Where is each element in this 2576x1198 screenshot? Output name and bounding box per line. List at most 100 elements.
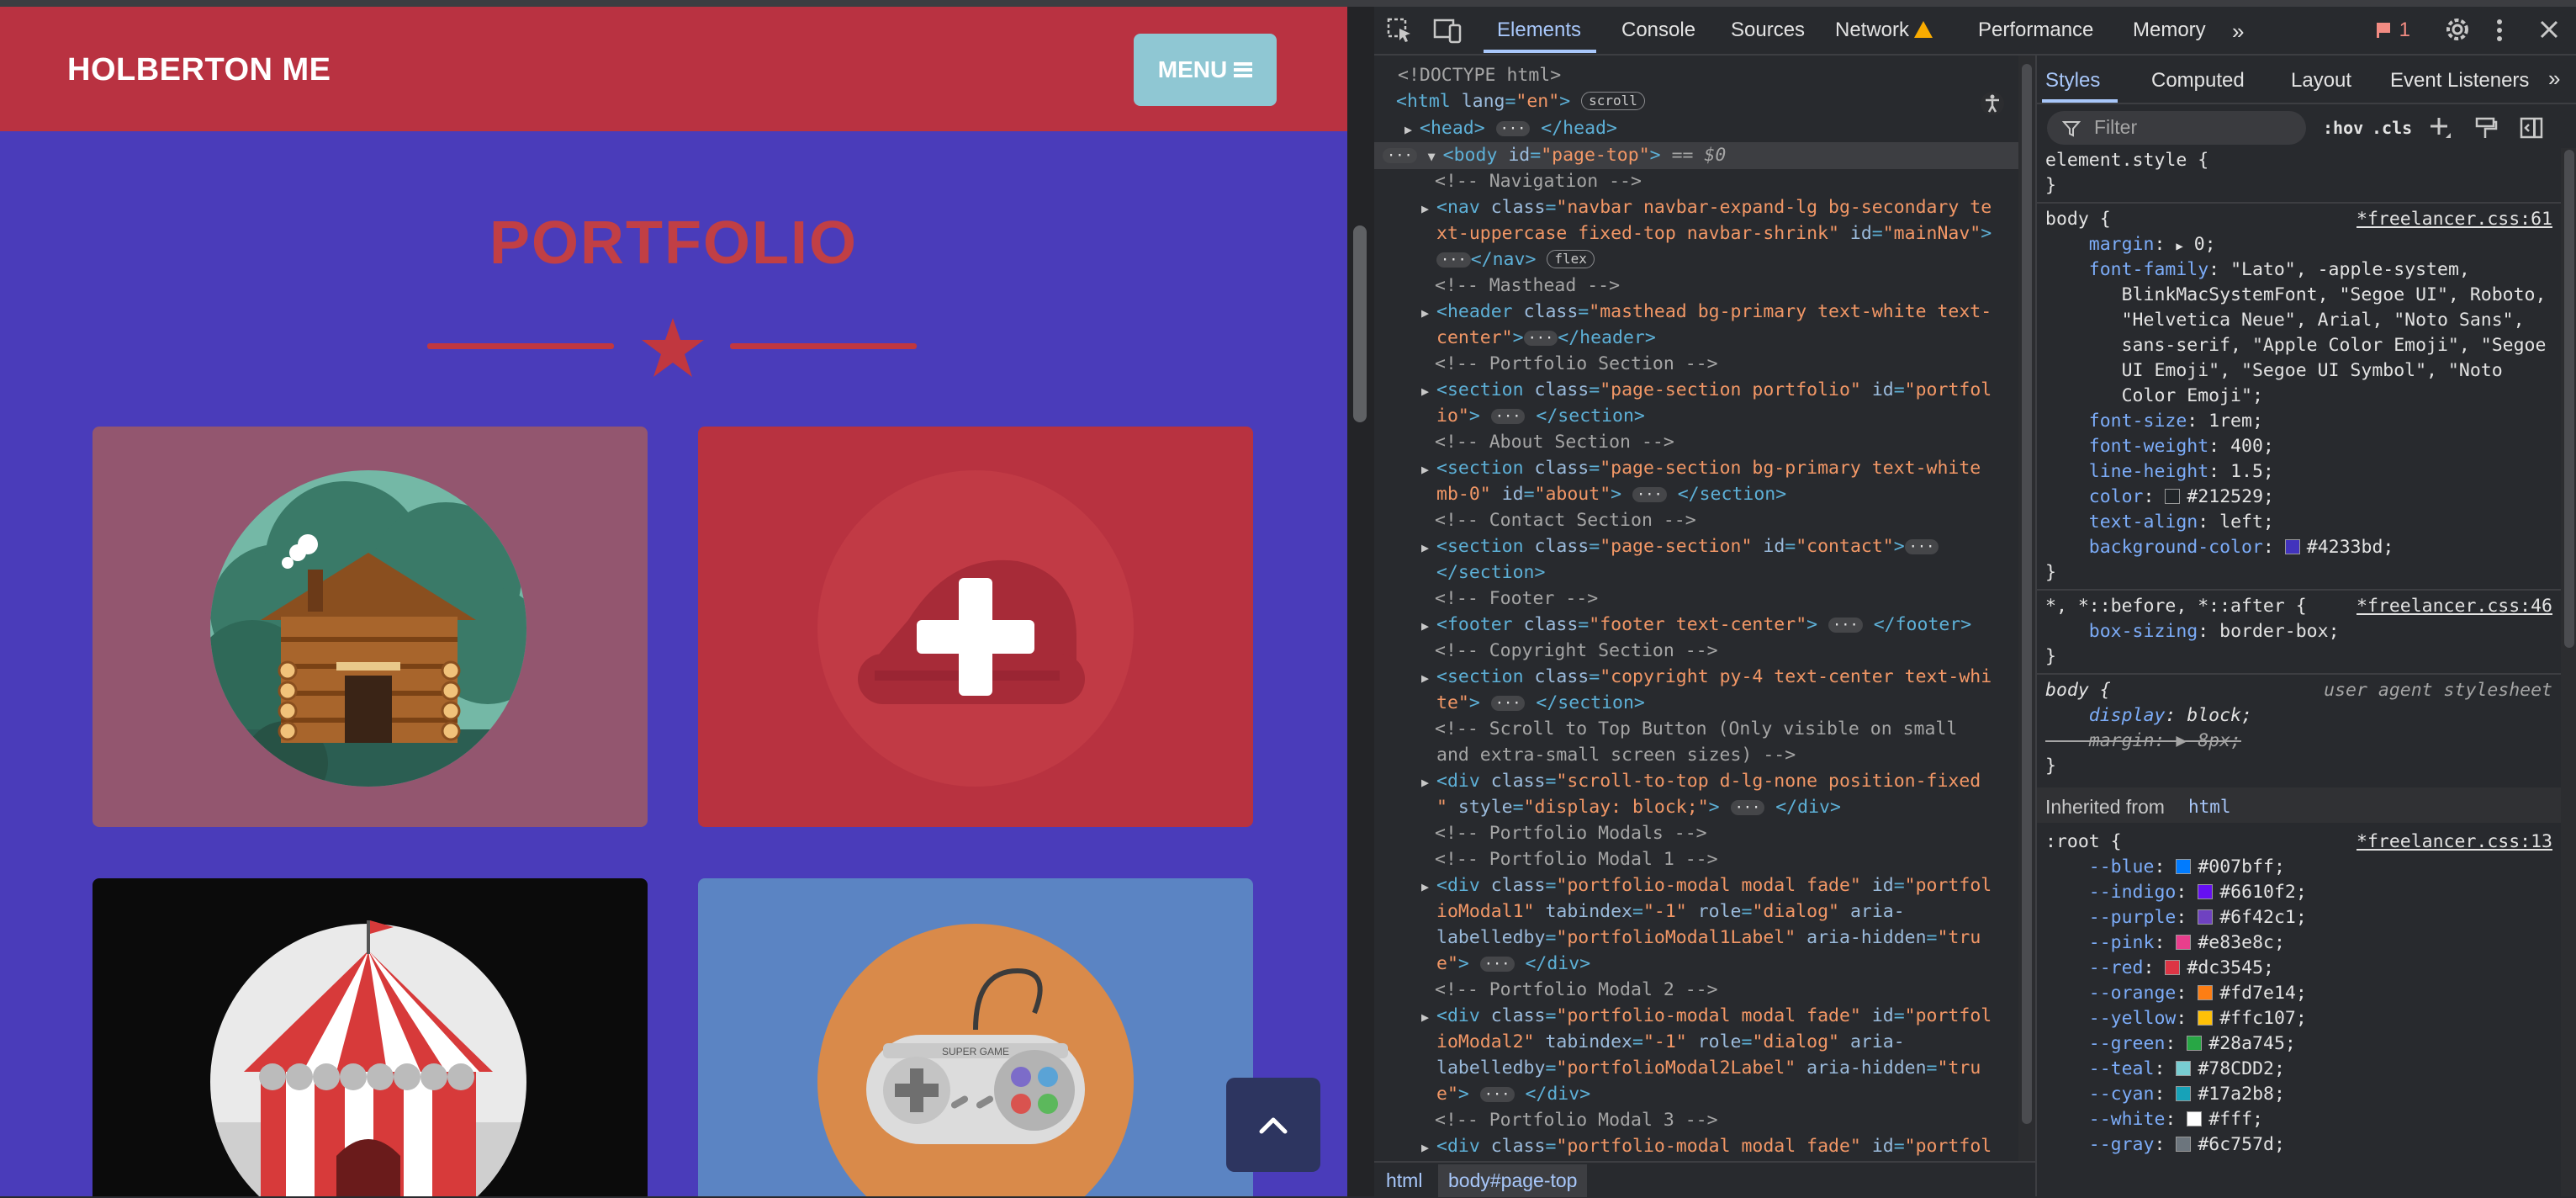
portfolio-item-cabin[interactable]	[93, 427, 648, 827]
scroll-to-top-button[interactable]	[1226, 1078, 1320, 1172]
comment-node[interactable]: <!-- Portfolio Section -->	[1435, 351, 1718, 377]
toggle-sidebar-icon[interactable]	[2520, 116, 2543, 140]
prop-text-align[interactable]: text-align: left;	[2045, 510, 2274, 535]
more-subtabs-chevron-icon[interactable]: »	[2548, 66, 2560, 92]
root-var-gray[interactable]: --gray: #6c757d;	[2045, 1132, 2285, 1158]
comment-node[interactable]: <!-- Copyright Section -->	[1435, 638, 1718, 664]
comment-node[interactable]: <!-- Portfolio Modals -->	[1435, 820, 1707, 846]
color-swatch[interactable]	[2176, 935, 2192, 950]
div-modal1-node[interactable]: ▶ <div class="portfolio-modal modal fade"…	[1421, 872, 1992, 900]
add-rule-icon[interactable]	[2429, 116, 2452, 140]
div-modal3-node[interactable]: ▶ <div class="portfolio-modal modal fade"…	[1421, 1133, 1992, 1161]
root-var-teal[interactable]: --teal: #78CDD2;	[2045, 1057, 2285, 1082]
body-node[interactable]: ··· ▼ <body id="page-top"> == $0	[1383, 142, 1726, 170]
tab-performance[interactable]: Performance	[1978, 19, 2093, 42]
section-copyright-node[interactable]: ▶ <section class="copyright py-4 text-cen…	[1421, 664, 1992, 692]
prop-box-sizing[interactable]: box-sizing: border-box;	[2045, 619, 2340, 644]
comment-node[interactable]: <!-- Portfolio Modal 2 -->	[1435, 977, 1718, 1003]
inspect-element-icon[interactable]	[1386, 17, 1413, 44]
div-scroll-top-node[interactable]: ▶ <div class="scroll-to-top d-lg-none pos…	[1421, 768, 1981, 796]
prop-margin-overridden[interactable]: margin: ▶ 8px;	[2045, 729, 2241, 754]
subtab-styles[interactable]: Styles	[2045, 69, 2100, 93]
device-toolbar-icon[interactable]	[1433, 17, 1462, 44]
section-contact-node[interactable]: ▶ <section class="page-section" id="conta…	[1421, 533, 1939, 561]
elements-scrollbar-thumb[interactable]	[2022, 64, 2032, 1124]
more-tabs-chevron-icon[interactable]: »	[2232, 19, 2244, 45]
subtab-computed[interactable]: Computed	[2151, 69, 2245, 93]
root-var-cyan[interactable]: --cyan: #17a2b8;	[2045, 1082, 2285, 1107]
section-about-node[interactable]: ▶ <section class="page-section bg-primary…	[1421, 455, 1981, 483]
rule-source-link[interactable]: *freelancer.css:46	[2356, 594, 2552, 619]
color-swatch[interactable]	[2198, 884, 2214, 899]
root-var-green[interactable]: --green: #28a745;	[2045, 1031, 2296, 1057]
subtab-layout[interactable]: Layout	[2291, 69, 2351, 93]
prop-display[interactable]: display: block;	[2045, 703, 2252, 729]
prop-margin[interactable]: margin: ▶ 0;	[2045, 232, 2216, 259]
comment-node[interactable]: <!-- About Section -->	[1435, 429, 1674, 455]
breadcrumb-body[interactable]: body#page-top	[1438, 1164, 1588, 1197]
rule-universal-selector[interactable]: *, *::before, *::after {	[2045, 594, 2307, 619]
styles-scrollbar-thumb[interactable]	[2564, 150, 2574, 648]
root-var-blue[interactable]: --blue: #007bff;	[2045, 855, 2285, 880]
footer-node[interactable]: ▶ <footer class="footer text-center"> ···…	[1421, 612, 1971, 639]
portfolio-item-circus[interactable]	[93, 878, 648, 1196]
tab-sources[interactable]: Sources	[1731, 19, 1805, 42]
color-swatch[interactable]	[2165, 960, 2181, 975]
inherited-from-html-link[interactable]: html	[2188, 794, 2231, 819]
doctype-node[interactable]: <!DOCTYPE html>	[1398, 62, 1561, 88]
root-var-pink[interactable]: --pink: #e83e8c;	[2045, 930, 2285, 956]
color-swatch[interactable]	[2176, 1061, 2192, 1076]
color-swatch[interactable]	[2187, 1036, 2203, 1051]
root-var-orange[interactable]: --orange: #fd7e14;	[2045, 981, 2307, 1006]
color-swatch[interactable]	[2176, 859, 2192, 874]
paint-roller-icon[interactable]	[2474, 116, 2498, 140]
accessibility-icon[interactable]	[1980, 91, 2005, 116]
comment-node[interactable]: <!-- Footer -->	[1435, 586, 1598, 612]
gear-icon[interactable]	[2444, 16, 2471, 43]
breadcrumb-html[interactable]: html	[1386, 1169, 1422, 1192]
rule-body-ua-selector[interactable]: body {	[2045, 678, 2111, 703]
head-node[interactable]: ▶ <head> ··· </head>	[1404, 115, 1617, 143]
prop-background-color[interactable]: background-color: #4233bd;	[2045, 535, 2394, 560]
root-var-white[interactable]: --white: #fff;	[2045, 1107, 2263, 1132]
cls-toggle[interactable]: .cls	[2372, 118, 2412, 138]
rule-root-selector[interactable]: :root {	[2045, 830, 2122, 855]
portfolio-item-game-controller[interactable]: SUPER GAME	[698, 878, 1253, 1196]
page-scrollbar-thumb[interactable]	[1353, 225, 1367, 422]
root-var-purple[interactable]: --purple: #6f42c1;	[2045, 905, 2307, 930]
comment-node[interactable]: <!-- Portfolio Modal 3 -->	[1435, 1107, 1718, 1133]
prop-font-size[interactable]: font-size: 1rem;	[2045, 409, 2263, 434]
color-swatch[interactable]	[2187, 1111, 2203, 1126]
tab-network[interactable]: Network	[1835, 19, 1933, 42]
rule-source-link[interactable]: *freelancer.css:61	[2356, 207, 2552, 232]
root-var-yellow[interactable]: --yellow: #ffc107;	[2045, 1006, 2307, 1031]
menu-button[interactable]: MENU	[1134, 34, 1277, 106]
section-portfolio-node[interactable]: ▶ <section class="page-section portfolio"…	[1421, 377, 1992, 405]
comment-node[interactable]: <!-- Portfolio Modal 1 -->	[1435, 846, 1718, 872]
root-var-red[interactable]: --red: #dc3545;	[2045, 956, 2274, 981]
prop-font-weight[interactable]: font-weight: 400;	[2045, 434, 2274, 459]
rule-source-link[interactable]: *freelancer.css:13	[2356, 830, 2552, 855]
close-icon[interactable]	[2538, 19, 2560, 40]
brand-logo-text[interactable]: HOLBERTON ME	[67, 52, 331, 88]
rule-element-style[interactable]: element.style {	[2045, 148, 2208, 173]
issues-badge[interactable]: 1	[2375, 19, 2410, 42]
comment-node[interactable]: <!-- Contact Section -->	[1435, 507, 1696, 533]
color-swatch[interactable]	[2176, 1137, 2192, 1152]
comment-node[interactable]: <!-- Scroll to Top Button (Only visible …	[1435, 716, 1957, 742]
kebab-menu-icon[interactable]	[2493, 17, 2506, 44]
prop-line-height[interactable]: line-height: 1.5;	[2045, 459, 2274, 485]
prop-color[interactable]: color: #212529;	[2045, 485, 2274, 510]
portfolio-item-cake[interactable]	[698, 427, 1253, 827]
comment-node[interactable]: <!-- Masthead -->	[1435, 273, 1620, 299]
html-node[interactable]: <html lang="en"> scroll	[1396, 88, 1645, 114]
tab-elements[interactable]: Elements	[1497, 19, 1581, 42]
color-swatch[interactable]	[2176, 1086, 2192, 1101]
color-swatch[interactable]	[2198, 985, 2214, 1000]
subtab-event-listeners[interactable]: Event Listeners	[2390, 69, 2529, 93]
hov-toggle[interactable]: :hov	[2323, 118, 2363, 138]
div-modal2-node[interactable]: ▶ <div class="portfolio-modal modal fade"…	[1421, 1003, 1992, 1031]
prop-font-family[interactable]: font-family: "Lato", -apple-system,	[2045, 257, 2470, 283]
color-swatch[interactable]	[2198, 1010, 2214, 1026]
nav-node[interactable]: ▶ <nav class="navbar navbar-expand-lg bg-…	[1421, 194, 1992, 222]
